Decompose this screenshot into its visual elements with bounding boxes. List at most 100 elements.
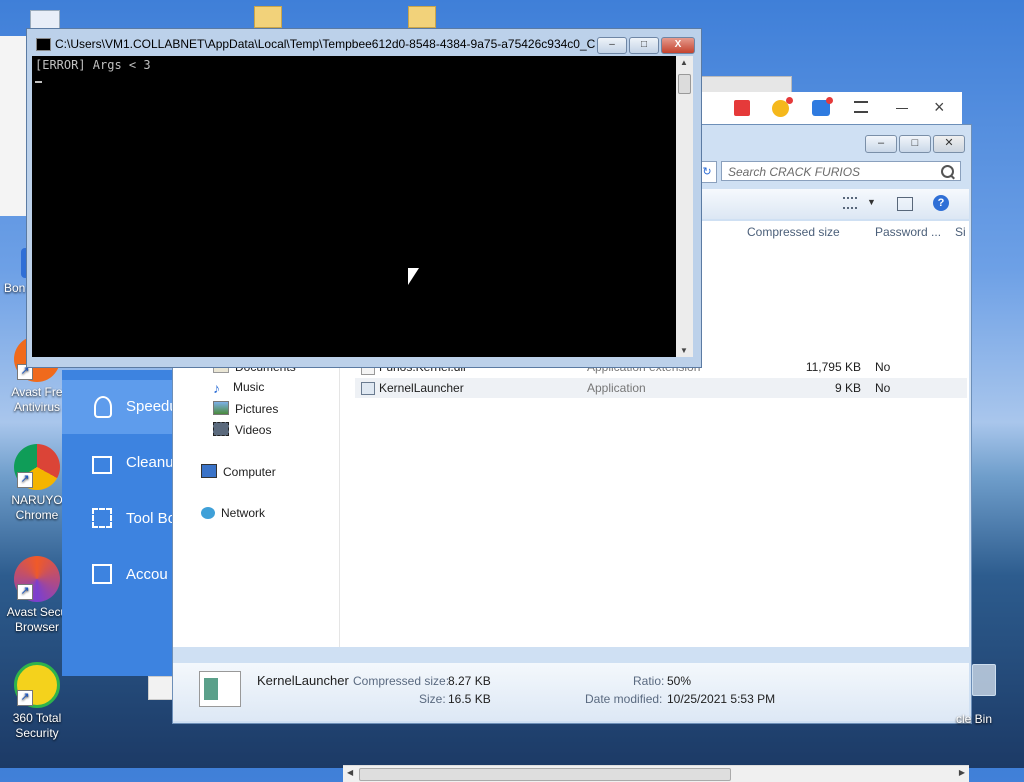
minimize-icon[interactable] — [896, 108, 908, 109]
file-password: No — [875, 381, 891, 395]
console-icon — [36, 38, 51, 51]
avast-menu-cleanup[interactable]: Cleanu — [92, 448, 182, 478]
application-icon — [361, 382, 375, 395]
console-minimize-button[interactable]: – — [597, 37, 627, 54]
gift-icon[interactable] — [734, 100, 750, 116]
scrollbar-thumb[interactable] — [359, 768, 731, 781]
desktop-icon-chrome[interactable]: ↗ NARUYO Chrome — [5, 444, 69, 523]
broom-icon — [92, 456, 112, 474]
details-file-name: KernelLauncher — [257, 673, 349, 688]
details-ratio-value: 50% — [667, 674, 692, 688]
nav-label: Network — [221, 506, 266, 520]
file-thumbnail — [199, 671, 241, 707]
details-pane: KernelLauncher Compressed size: 8.27 KB … — [173, 663, 969, 721]
toolbox-icon — [92, 508, 112, 528]
nav-item-videos[interactable]: Videos — [213, 422, 271, 437]
thumbnail-preview — [204, 678, 218, 700]
close-icon[interactable]: × — [934, 98, 945, 116]
nav-item-computer[interactable]: Computer — [201, 464, 276, 479]
mouse-pointer-icon — [408, 268, 419, 285]
file-compressed-size: 11,795 KB — [805, 360, 861, 374]
scroll-down-icon[interactable]: ▼ — [680, 346, 688, 355]
file-password: No — [875, 360, 891, 374]
music-icon: ♪ — [213, 380, 220, 396]
scroll-up-icon[interactable]: ▲ — [680, 58, 688, 67]
background-window-fragment — [0, 36, 27, 216]
chevron-down-icon[interactable]: ▼ — [867, 197, 876, 207]
hamburger-menu-icon[interactable] — [854, 101, 868, 113]
desktop-icon-partial[interactable] — [30, 10, 60, 30]
details-size-value: 16.5 KB — [448, 692, 491, 706]
details-modified-value: 10/25/2021 5:53 PM — [667, 692, 776, 706]
column-header-password[interactable]: Password ... — [875, 225, 941, 239]
avast-menu-label: Tool Bo — [126, 510, 177, 527]
avast-app-toolbar: × — [690, 92, 962, 127]
file-compressed-size: 9 KB — [834, 381, 861, 395]
shortcut-arrow-icon: ↗ — [17, 584, 33, 600]
nav-label: Videos — [235, 423, 272, 437]
network-icon — [201, 507, 215, 519]
desktop-icon-avast-browser[interactable]: ↗ Avast Secu Browser — [5, 556, 69, 635]
desktop-icon-label: NARUYO Chrome — [11, 493, 63, 522]
nav-label: Music — [233, 380, 265, 394]
console-maximize-button[interactable]: □ — [629, 37, 659, 54]
avast-menu-toolbox[interactable]: Tool Bo — [92, 504, 182, 534]
avast-menu-account[interactable]: Accou — [92, 560, 182, 590]
folder-icon[interactable] — [408, 6, 436, 28]
preview-pane-icon[interactable] — [897, 197, 913, 211]
column-header-size[interactable]: Si — [955, 225, 966, 239]
console-close-button[interactable]: X — [661, 37, 695, 54]
column-headers: Compressed size Password ... Si — [701, 221, 969, 243]
desktop-icon-label: cle Bin — [956, 712, 993, 726]
avast-menu-label: Speedu — [126, 398, 178, 415]
console-title: C:\Users\VM1.COLLABNET\AppData\Local\Tem… — [55, 37, 595, 51]
avast-menu-speedup[interactable]: Speedu — [92, 392, 182, 422]
file-type: Application — [587, 381, 646, 395]
search-placeholder: Search CRACK FURIOS — [728, 165, 861, 179]
account-icon — [92, 564, 112, 584]
avast-menu-label: Accou — [126, 566, 168, 583]
view-options-icon[interactable] — [843, 197, 857, 209]
pictures-icon — [213, 401, 229, 415]
console-output-text: [ERROR] Args < 3 — [35, 58, 151, 72]
details-compressed-label: Compressed size: — [353, 674, 450, 688]
desktop-icon-360-security[interactable]: ↗ 360 Total Security — [5, 662, 69, 741]
details-compressed-value: 8.27 KB — [448, 674, 491, 688]
details-size-label: Size: — [419, 692, 446, 706]
nav-item-music[interactable]: ♪ Music — [213, 380, 264, 396]
notification-dot-icon — [786, 97, 793, 104]
computer-icon — [201, 464, 217, 478]
shortcut-arrow-icon: ↗ — [17, 472, 33, 488]
console-output[interactable]: [ERROR] Args < 3 — [32, 56, 676, 357]
help-icon[interactable]: ? — [933, 195, 949, 211]
videos-icon — [213, 422, 229, 436]
file-row-kernellauncher[interactable]: KernelLauncher Application 9 KB No — [355, 378, 967, 398]
folder-icon[interactable] — [254, 6, 282, 28]
rocket-icon — [94, 396, 112, 418]
text-cursor — [35, 81, 42, 83]
notification-dot-icon — [826, 97, 833, 104]
file-name: KernelLauncher — [379, 381, 464, 395]
close-button[interactable]: ✕ — [933, 135, 965, 153]
search-input[interactable]: Search CRACK FURIOS — [721, 161, 961, 181]
minimize-button[interactable]: – — [865, 135, 897, 153]
nav-label: Pictures — [235, 402, 279, 416]
search-icon — [941, 165, 954, 178]
column-header-compressed-size[interactable]: Compressed size — [747, 225, 840, 239]
nav-item-pictures[interactable]: Pictures — [213, 401, 278, 416]
desktop-icon-label: Avast Fre Antivirus — [11, 385, 63, 414]
desktop-icon-label: 360 Total Security — [12, 711, 62, 740]
console-window: C:\Users\VM1.COLLABNET\AppData\Local\Tem… — [26, 28, 702, 368]
scroll-left-icon[interactable]: ◀ — [347, 768, 353, 777]
desktop-icon-label: Avast Secu Browser — [6, 605, 68, 634]
details-modified-label: Date modified: — [585, 692, 663, 706]
recycle-bin-icon — [972, 664, 996, 696]
maximize-button[interactable]: □ — [899, 135, 931, 153]
console-vertical-scrollbar[interactable]: ▲ ▼ — [676, 56, 693, 357]
scrollbar-thumb[interactable] — [678, 74, 691, 94]
desktop-icon-recycle-bin[interactable]: cle Bin — [956, 660, 1002, 726]
nav-item-network[interactable]: Network — [201, 506, 265, 520]
scroll-right-icon[interactable]: ▶ — [959, 768, 965, 777]
details-ratio-label: Ratio: — [633, 674, 665, 688]
nav-label: Computer — [223, 465, 276, 479]
